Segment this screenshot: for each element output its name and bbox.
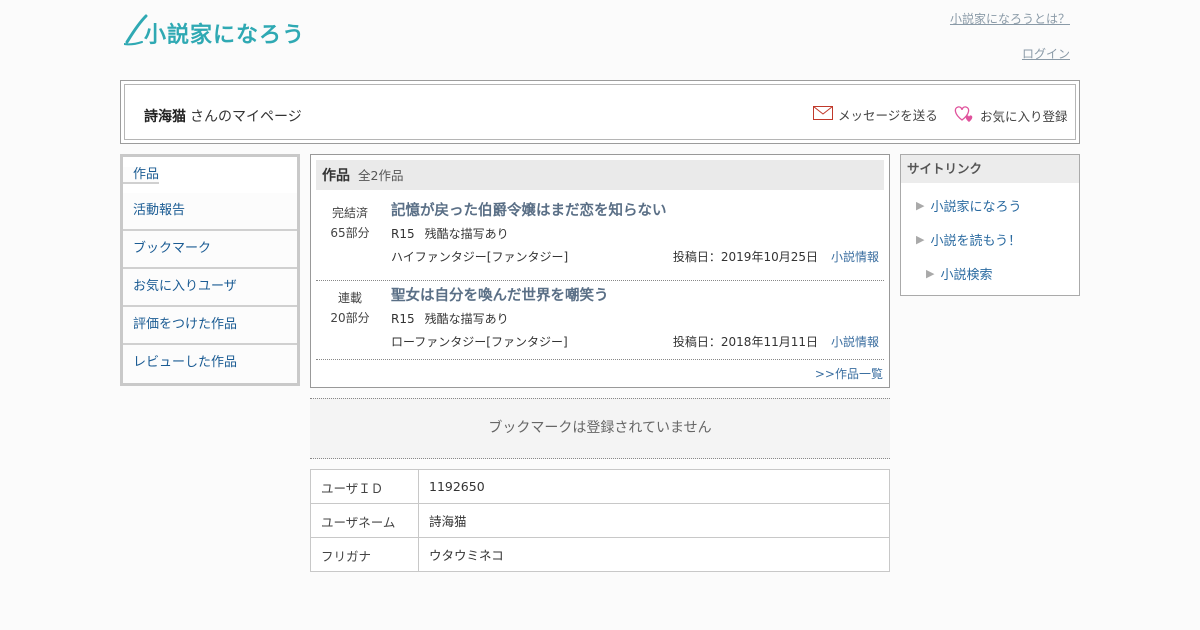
mypage-header-inner: 詩海猫 さんのマイページ メッセージを送る お気に入り登録 — [124, 84, 1076, 140]
furigana-value: ウタウミネコ — [418, 537, 890, 572]
work-tags: R15 残酷な描写あり — [391, 225, 509, 242]
triangle-right-icon: ▶ — [926, 267, 935, 280]
page-title-suffix: さんのマイページ — [190, 109, 302, 125]
logo-text: 小説家になろう — [144, 22, 306, 48]
user-info-table: ユーザＩＤ 1192650 ユーザネーム 詩海猫 フリガナ ウタウミネコ — [310, 469, 890, 572]
work-item: 完結済 65部分 記憶が戻った伯爵令嬢はまだ恋を知らない R15 残酷な描写あり … — [316, 195, 884, 281]
menu-item-rated-works[interactable]: 評価をつけた作品 — [123, 307, 297, 345]
work-status: 連載 20部分 — [321, 288, 379, 328]
table-row: フリガナ ウタウミネコ — [310, 537, 890, 572]
work-rating: R15 — [391, 227, 415, 241]
site-link-label: 小説検索 — [940, 268, 993, 283]
site-link-label: 小説を読もう！ — [930, 234, 1022, 249]
work-title-link[interactable]: 聖女は自分を喚んだ世界を嘲笑う — [391, 284, 609, 305]
work-rating: R15 — [391, 312, 415, 326]
work-item: 連載 20部分 聖女は自分を喚んだ世界を嘲笑う R15 残酷な描写あり ローファン… — [316, 280, 884, 360]
mypage-header: 詩海猫 さんのマイページ メッセージを送る お気に入り登録 — [120, 80, 1080, 144]
works-header: 作品 全2作品 — [316, 160, 884, 190]
add-favorite-label: お気に入り登録 — [980, 109, 1068, 124]
work-warning: 残酷な描写あり — [424, 227, 509, 241]
send-message-label: メッセージを送る — [838, 108, 938, 123]
page-title: 詩海猫 さんのマイページ — [144, 106, 302, 126]
site-links-panel: サイトリンク ▶ 小説家になろう ▶ 小説を読もう！ ▶ 小説検索 — [900, 154, 1080, 296]
work-posted-date: 投稿日：2018年11月11日 — [672, 335, 818, 349]
work-parts: 20部分 — [330, 311, 370, 325]
about-link[interactable]: 小説家になろうとは？ — [950, 10, 1070, 27]
work-status: 完結済 65部分 — [321, 203, 379, 243]
work-status-label: 完結済 — [331, 206, 368, 220]
mail-icon — [813, 106, 833, 123]
left-menu: 作品 活動報告 ブックマーク お気に入りユーザ 評価をつけた作品 レビューした作… — [120, 154, 300, 386]
triangle-right-icon: ▶ — [916, 199, 925, 212]
work-tags: R15 残酷な描写あり — [391, 310, 509, 327]
add-favorite-button[interactable]: お気に入り登録 — [953, 105, 1068, 126]
work-info-link[interactable]: 小説情報 — [831, 248, 879, 265]
furigana-key: フリガナ — [310, 537, 419, 572]
works-count: 全2作品 — [358, 168, 404, 183]
work-parts: 65部分 — [330, 226, 370, 240]
send-message-button[interactable]: メッセージを送る — [813, 105, 938, 124]
user-id-key: ユーザＩＤ — [310, 469, 419, 504]
triangle-right-icon: ▶ — [916, 233, 925, 246]
site-logo[interactable]: 小説家になろう — [124, 14, 304, 48]
works-list-link[interactable]: >>作品一覧 — [815, 365, 883, 382]
works-panel: 作品 全2作品 完結済 65部分 記憶が戻った伯爵令嬢はまだ恋を知らない R15 残… — [310, 154, 890, 388]
work-genre: ローファンタジー[ファンタジー] — [391, 335, 568, 349]
menu-item-works[interactable]: 作品 — [123, 167, 160, 184]
heart-icon — [953, 105, 975, 126]
work-status-label: 連載 — [337, 291, 362, 305]
menu-item-favorite-users[interactable]: お気に入りユーザ — [123, 269, 297, 307]
menu-item-bookmark[interactable]: ブックマーク — [123, 231, 297, 269]
user-name: 詩海猫 — [144, 109, 186, 125]
login-link[interactable]: ログイン — [1022, 45, 1070, 62]
works-heading: 作品 — [322, 168, 350, 184]
work-title-link[interactable]: 記憶が戻った伯爵令嬢はまだ恋を知らない — [391, 199, 667, 220]
user-name-value: 詩海猫 — [418, 503, 890, 538]
user-name-key: ユーザネーム — [310, 503, 419, 538]
work-warning: 残酷な描写あり — [424, 312, 509, 326]
work-posted-date: 投稿日：2019年10月25日 — [672, 250, 818, 264]
bookmark-empty-notice: ブックマークは登録されていません — [310, 398, 890, 459]
table-row: ユーザＩＤ 1192650 — [310, 469, 890, 504]
menu-item-reviewed-works[interactable]: レビューした作品 — [123, 345, 297, 383]
site-link-search[interactable]: ▶ 小説検索 — [926, 264, 992, 283]
work-info-link[interactable]: 小説情報 — [831, 333, 879, 350]
user-id-value: 1192650 — [418, 469, 890, 504]
menu-item-activity-report[interactable]: 活動報告 — [123, 193, 297, 231]
site-link-narou[interactable]: ▶ 小説家になろう — [916, 196, 1021, 215]
work-genre: ハイファンタジー[ファンタジー] — [391, 250, 569, 264]
site-link-label: 小説家になろう — [930, 200, 1022, 215]
site-link-yomou[interactable]: ▶ 小説を読もう！ — [916, 230, 1021, 249]
table-row: ユーザネーム 詩海猫 — [310, 503, 890, 538]
site-links-heading: サイトリンク — [901, 155, 1079, 183]
